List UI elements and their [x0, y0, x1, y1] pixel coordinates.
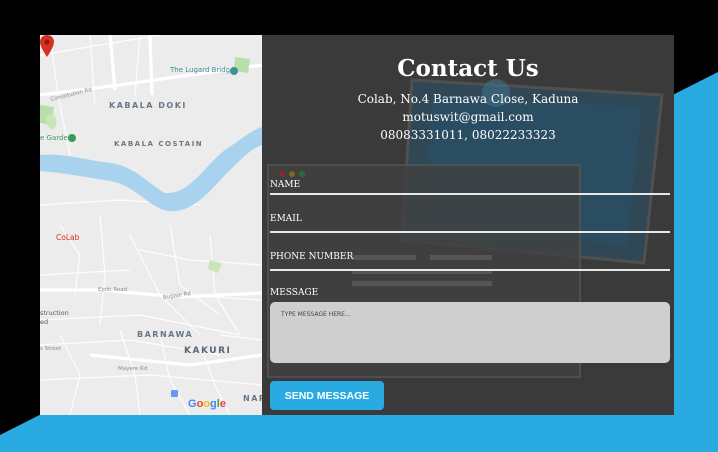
map-label-lugard-bridge: The Lugard Bridge [170, 66, 235, 74]
map-label-garden: e Garden [40, 134, 73, 142]
map-label-s-street: s Street [40, 346, 62, 352]
name-label: NAME [270, 180, 301, 190]
map-label-colab: CoLab [56, 233, 80, 242]
phone-label: PHONE NUMBER [270, 252, 354, 262]
map-label-nar: NAR [243, 394, 262, 403]
email-field[interactable] [270, 231, 670, 233]
message-textarea[interactable]: TYPE MESSAGE HERE... [270, 302, 670, 363]
map-label-kabala-doki: KABALA DOKI [109, 101, 187, 110]
location-pin-icon[interactable] [40, 35, 54, 57]
message-label: MESSAGE [270, 288, 319, 298]
map-label-kabala-costain: KABALA COSTAIN [114, 140, 204, 148]
page-title: Contact Us [397, 55, 539, 82]
send-message-button[interactable]: SEND MESSAGE [270, 381, 384, 410]
contact-address: Colab, No.4 Barnawa Close, Kaduna [357, 92, 579, 106]
map-label-barnawa: BARNAWA [137, 330, 194, 339]
map-label-ed: ed [40, 318, 49, 326]
name-field[interactable] [270, 193, 670, 195]
location-map[interactable]: The Lugard Bridge KABALA DOKI KABALA COS… [40, 35, 262, 415]
contact-card: The Lugard Bridge KABALA DOKI KABALA COS… [40, 35, 674, 415]
phone-field[interactable] [270, 269, 670, 271]
map-label-ejoiti-road: Ejoiti Road [98, 287, 128, 293]
map-label-struction: struction [40, 309, 69, 317]
map-label-mayere-rd: Mayere Rd [118, 366, 148, 372]
google-logo: Google [188, 398, 226, 410]
contact-panel: Contact Us Colab, No.4 Barnawa Close, Ka… [262, 35, 674, 415]
contact-email[interactable]: motuswit@gmail.com [262, 110, 674, 124]
email-label: EMAIL [270, 214, 302, 224]
map-label-kakuri: KAKURI [184, 346, 232, 356]
contact-phones: 08083331011, 08022233323 [380, 128, 556, 142]
